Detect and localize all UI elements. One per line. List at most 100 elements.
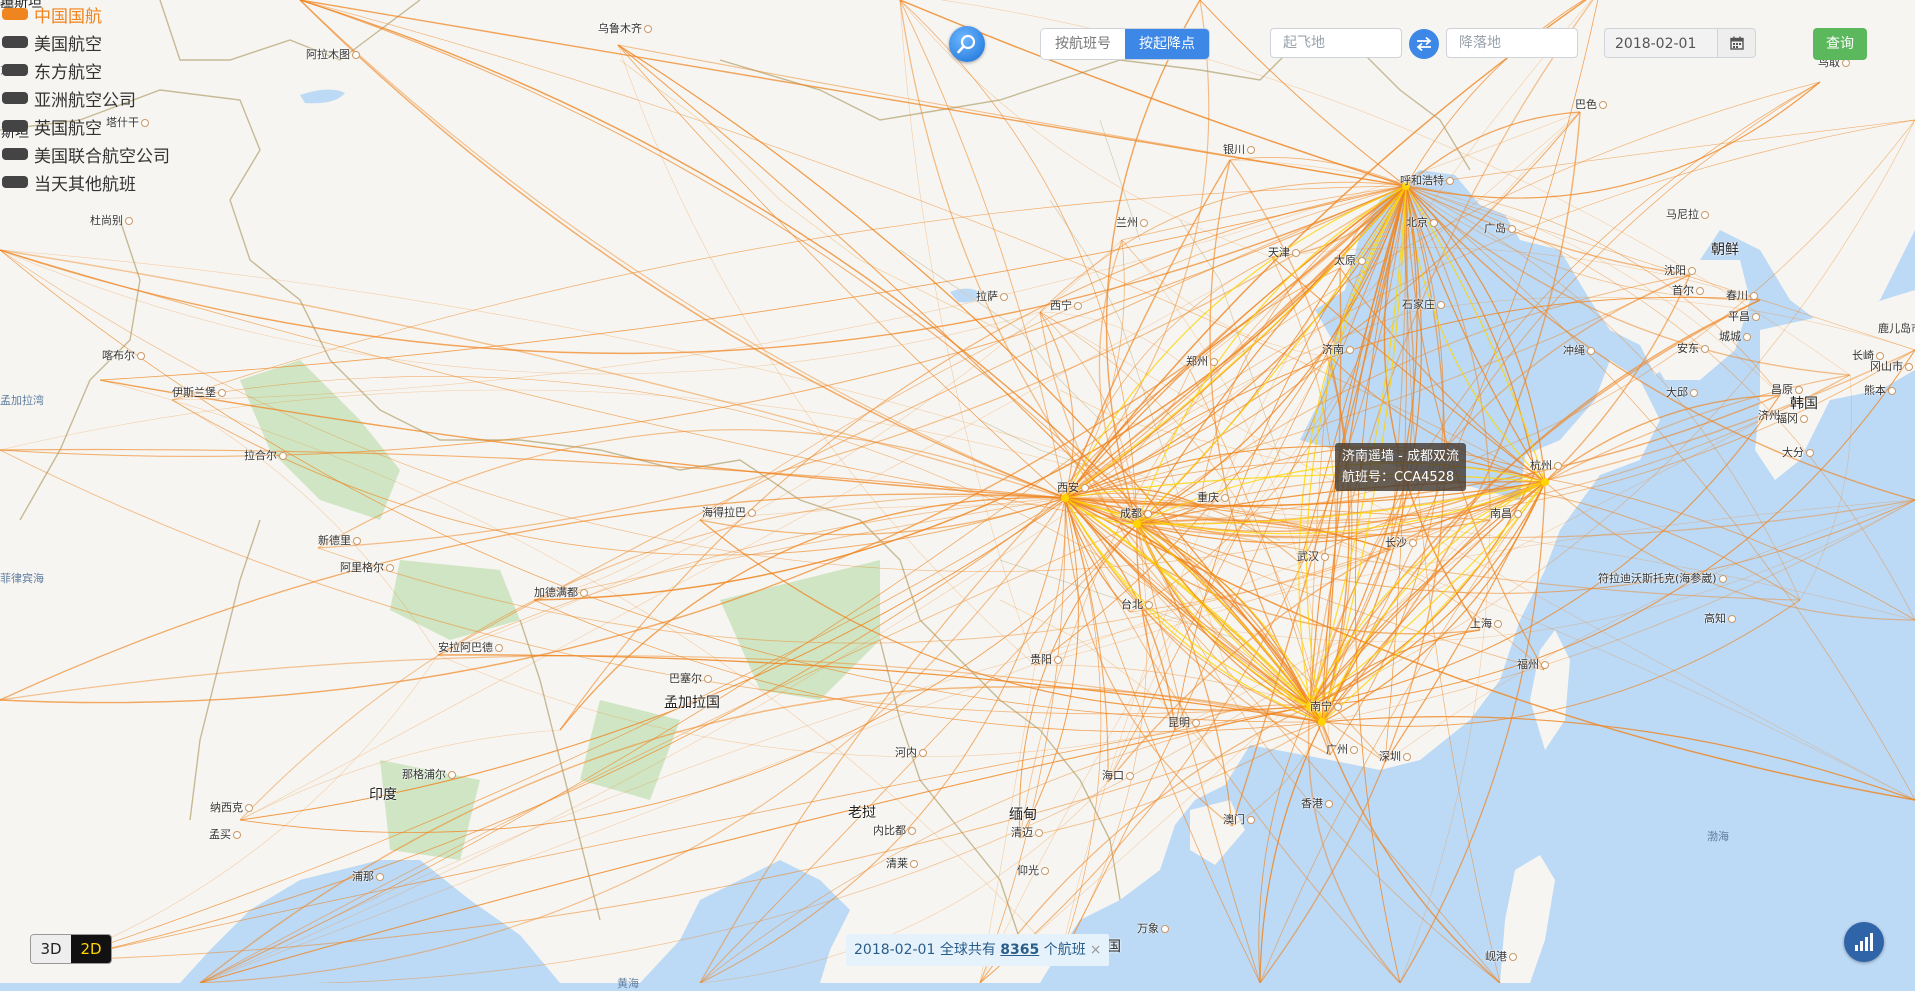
city-dot-icon	[245, 804, 253, 812]
city-label: 安拉阿巴德	[438, 639, 503, 655]
city-label: 大分	[1782, 444, 1814, 460]
city-dot-icon	[748, 509, 756, 517]
flight-count-link[interactable]: 8365	[1000, 942, 1039, 958]
destination-input[interactable]	[1446, 28, 1578, 58]
city-label: 浦那	[352, 868, 384, 884]
search-button[interactable]	[949, 26, 985, 62]
view-3d-button[interactable]: 3D	[31, 935, 71, 963]
city-dot-icon	[1509, 953, 1517, 961]
origin-input[interactable]	[1270, 28, 1402, 58]
calendar-button[interactable]	[1718, 28, 1756, 58]
city-label: 巴色	[1575, 96, 1607, 112]
place-name: 台北	[1121, 598, 1143, 611]
place-name: 上海	[1470, 617, 1492, 630]
place-name: 大分	[1782, 446, 1804, 459]
city-dot-icon	[1000, 293, 1008, 301]
place-name: 西宁	[1050, 299, 1072, 312]
city-dot-icon	[137, 352, 145, 360]
city-dot-icon	[1752, 313, 1760, 321]
place-name: 天津	[1268, 246, 1290, 259]
city-label: 乌鲁木齐	[598, 20, 652, 36]
legend-item-british-airways[interactable]: 英国航空	[2, 112, 170, 140]
legend-item-american-airlines[interactable]: 美国航空	[2, 28, 170, 56]
city-dot-icon	[1430, 219, 1438, 227]
sea-label: 渤海	[1707, 828, 1729, 844]
place-name: 贵阳	[1030, 653, 1052, 666]
place-name: 郑州	[1186, 355, 1208, 368]
city-dot-icon	[1321, 553, 1329, 561]
city-label: 那格浦尔	[402, 766, 456, 782]
city-dot-icon	[376, 873, 384, 881]
city-label: 马尼拉	[1666, 206, 1709, 222]
city-dot-icon	[1688, 267, 1696, 275]
sea-label: 菲律宾海	[0, 570, 44, 586]
city-label: 兰州	[1116, 214, 1148, 230]
place-name: 那格浦尔	[402, 768, 446, 781]
map-svg[interactable]	[0, 0, 1915, 985]
city-label: 万象	[1137, 920, 1169, 936]
place-name: 新德里	[318, 534, 351, 547]
date-field[interactable]: 2018-02-01	[1604, 28, 1718, 58]
place-name: 孟买	[209, 828, 231, 841]
place-name: 纳西克	[210, 801, 243, 814]
legend-item-united-airlines[interactable]: 美国联合航空公司	[2, 140, 170, 168]
city-dot-icon	[1140, 219, 1148, 227]
city-dot-icon	[1587, 347, 1595, 355]
place-name: 大邱	[1666, 386, 1688, 399]
swap-button[interactable]	[1409, 29, 1439, 59]
place-name: 朝鲜	[1711, 242, 1739, 258]
view-2d-button[interactable]: 2D	[71, 935, 111, 963]
city-dot-icon	[1743, 333, 1751, 341]
place-name: 城城	[1719, 330, 1741, 343]
country-label: 印度	[369, 784, 397, 804]
city-label: 冲绳	[1563, 342, 1595, 358]
tab-by-flight-number[interactable]: 按航班号	[1041, 29, 1125, 59]
place-name: 香港	[1301, 797, 1323, 810]
calendar-icon	[1729, 36, 1744, 50]
place-name: 渤海	[1707, 830, 1729, 843]
city-label: 拉萨	[976, 288, 1008, 304]
map-canvas[interactable]	[0, 0, 1915, 985]
statistics-button[interactable]	[1844, 922, 1884, 962]
city-label: 呼和浩特	[1400, 172, 1454, 188]
close-icon[interactable]: ×	[1090, 942, 1102, 958]
legend-swatch	[2, 64, 28, 76]
place-name: 长沙	[1385, 536, 1407, 549]
city-label: 杜尚别	[90, 212, 133, 228]
tab-by-airport[interactable]: 按起降点	[1125, 29, 1209, 59]
city-label: 成都	[1120, 505, 1152, 521]
place-name: 伊斯兰堡	[172, 386, 216, 399]
place-name: 浦那	[352, 870, 374, 883]
city-label: 安东	[1677, 340, 1709, 356]
city-label: 岘港	[1485, 948, 1517, 964]
place-name: 石家庄	[1402, 298, 1435, 311]
city-label: 郑州	[1186, 353, 1218, 369]
city-label: 银川	[1223, 141, 1255, 157]
legend-item-china-eastern[interactable]: 东方航空	[2, 56, 170, 84]
city-dot-icon	[1325, 800, 1333, 808]
place-name: 武汉	[1297, 550, 1319, 563]
bar-chart-icon	[1855, 933, 1873, 951]
city-label: 昆明	[1168, 714, 1200, 730]
city-dot-icon	[1494, 620, 1502, 628]
place-name: 巴色	[1575, 98, 1597, 111]
city-label: 石家庄	[1402, 296, 1445, 312]
legend-item-other-flights[interactable]: 当天其他航班	[2, 168, 170, 196]
legend-item-air-china[interactable]: 中国国航	[2, 0, 170, 28]
city-label: 巴塞尔	[669, 670, 712, 686]
country-label: 朝鲜	[1711, 239, 1739, 259]
city-label: 澳门	[1223, 811, 1255, 827]
place-name: 孟加拉国	[664, 695, 720, 711]
city-label: 杭州	[1530, 457, 1562, 473]
city-label: 广州	[1326, 741, 1358, 757]
place-name: 春川	[1726, 289, 1748, 302]
city-dot-icon	[1145, 601, 1153, 609]
tooltip-flight-number: CCA4528	[1394, 470, 1455, 485]
place-name: 岘港	[1485, 950, 1507, 963]
place-name: 福州	[1517, 658, 1539, 671]
legend-item-airasia[interactable]: 亚洲航空公司	[2, 84, 170, 112]
city-dot-icon	[1728, 615, 1736, 623]
query-button[interactable]: 查询	[1813, 28, 1867, 60]
place-name: 孟加拉湾	[0, 394, 44, 407]
place-name: 昆明	[1168, 716, 1190, 729]
